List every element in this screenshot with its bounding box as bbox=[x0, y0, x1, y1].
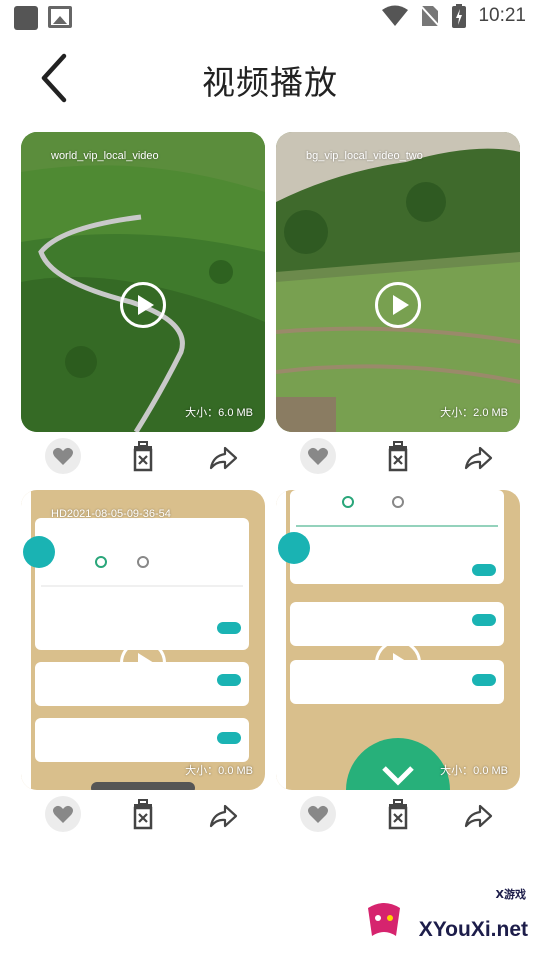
no-sim-icon bbox=[420, 4, 441, 28]
favorite-button[interactable] bbox=[45, 796, 81, 832]
share-button[interactable] bbox=[205, 796, 241, 832]
delete-button[interactable] bbox=[125, 438, 161, 474]
video-size: 大小：2.0 MB bbox=[440, 407, 508, 419]
play-button[interactable] bbox=[120, 282, 166, 328]
image-icon bbox=[48, 6, 72, 28]
video-size: 大小：6.0 MB bbox=[185, 407, 253, 419]
share-icon bbox=[464, 804, 493, 828]
card-actions bbox=[276, 438, 520, 478]
trash-icon bbox=[388, 441, 408, 472]
heart-icon bbox=[308, 805, 328, 823]
favorite-button[interactable] bbox=[45, 438, 81, 474]
card-actions bbox=[21, 796, 265, 836]
status-bar: 10:21 bbox=[0, 0, 540, 36]
card-actions bbox=[276, 796, 520, 836]
video-card[interactable]: 大小：0.0 MB bbox=[276, 490, 520, 790]
gamepad-logo-icon bbox=[368, 903, 400, 936]
delete-button[interactable] bbox=[380, 796, 416, 832]
battery-icon bbox=[452, 4, 467, 28]
trash-icon bbox=[388, 799, 408, 830]
share-button[interactable] bbox=[460, 796, 496, 832]
video-size: 大小：0.0 MB bbox=[440, 765, 508, 777]
wifi-icon bbox=[382, 5, 409, 26]
video-card[interactable]: bg_vip_local_video_two 大小：2.0 MB bbox=[276, 132, 520, 432]
heart-icon bbox=[308, 447, 328, 465]
page-title: 视频播放 bbox=[202, 63, 338, 102]
video-name: bg_vip_local_video_two bbox=[306, 150, 423, 162]
clock: 10:21 bbox=[478, 5, 526, 26]
site-watermark: X游戏 XYouXi.net bbox=[362, 886, 532, 946]
share-icon bbox=[209, 804, 238, 828]
trash-icon bbox=[133, 799, 153, 830]
notification-icon bbox=[14, 6, 38, 30]
favorite-button[interactable] bbox=[300, 796, 336, 832]
play-button[interactable] bbox=[120, 640, 166, 686]
share-button[interactable] bbox=[460, 438, 496, 474]
share-icon bbox=[209, 446, 238, 470]
share-icon bbox=[464, 446, 493, 470]
watermark-brand: XYouXi.net bbox=[418, 918, 528, 941]
heart-icon bbox=[53, 805, 73, 823]
watermark-small-text: X游戏 bbox=[495, 888, 526, 901]
play-button[interactable] bbox=[375, 640, 421, 686]
video-name: HD2021-08-05-09-36-54 bbox=[51, 508, 171, 520]
video-size: 大小：0.0 MB bbox=[185, 765, 253, 777]
video-card[interactable]: HD2021-08-05-09-36-54 大小：0.0 MB bbox=[21, 490, 265, 790]
play-button[interactable] bbox=[375, 282, 421, 328]
delete-button[interactable] bbox=[125, 796, 161, 832]
app-header: 视频播放 bbox=[0, 40, 540, 116]
video-name: world_vip_local_video bbox=[51, 150, 159, 162]
card-actions bbox=[21, 438, 265, 478]
share-button[interactable] bbox=[205, 438, 241, 474]
trash-icon bbox=[133, 441, 153, 472]
favorite-button[interactable] bbox=[300, 438, 336, 474]
delete-button[interactable] bbox=[380, 438, 416, 474]
heart-icon bbox=[53, 447, 73, 465]
video-card[interactable]: world_vip_local_video 大小：6.0 MB bbox=[21, 132, 265, 432]
